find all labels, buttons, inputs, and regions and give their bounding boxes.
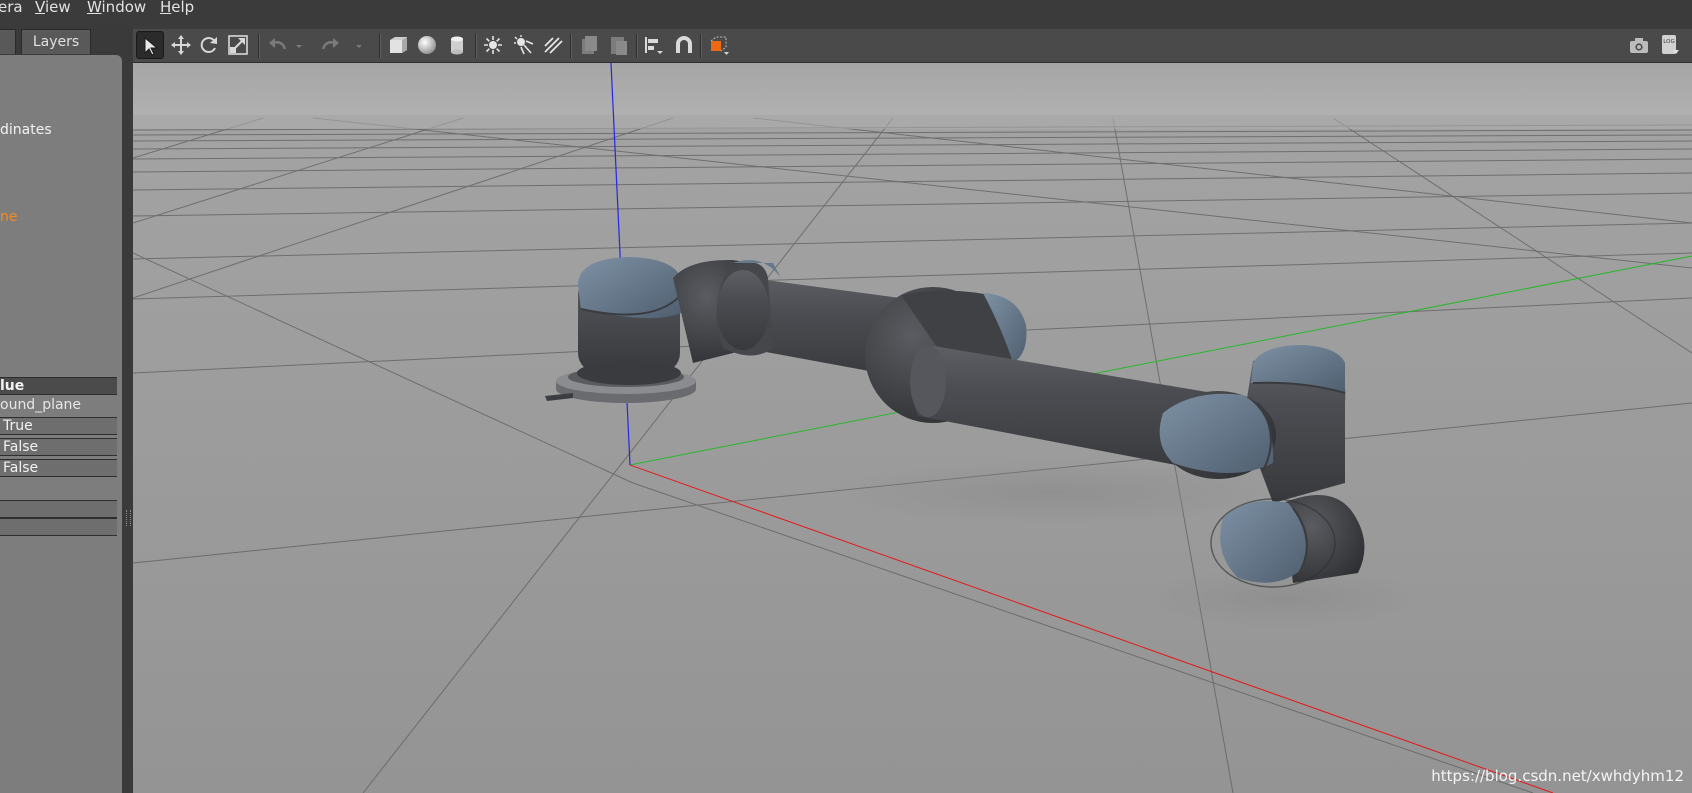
rotate-mode-button[interactable]: [195, 31, 223, 59]
menu-window-label: indow: [101, 0, 147, 16]
toolbar-separator: [379, 34, 381, 58]
tree-item-spherical-coordinates[interactable]: dinates: [0, 122, 52, 138]
undo-history-dropdown[interactable]: [291, 31, 307, 59]
scene-render: [133, 63, 1692, 793]
menu-help-mnemonic: H: [160, 0, 172, 16]
snap-button[interactable]: [670, 31, 698, 59]
world-panel-body: dinates ne lue ound_plane True False Fal…: [0, 55, 122, 793]
spot-light-button[interactable]: [509, 31, 537, 59]
menu-view[interactable]: View: [35, 0, 71, 26]
tab-layers-label: Layers: [32, 34, 80, 50]
undo-button[interactable]: [263, 31, 291, 59]
tab-layers[interactable]: Layers: [21, 29, 91, 54]
toolbar-separator: [636, 34, 638, 58]
view-angle-button[interactable]: [705, 31, 733, 59]
point-light-icon: [484, 36, 502, 54]
align-button[interactable]: [640, 31, 668, 59]
view-angle-cube-icon: [710, 36, 729, 55]
menu-camera-label: era: [0, 0, 23, 16]
toolbar-separator: [570, 34, 572, 58]
log-icon-label: LOG: [1663, 39, 1674, 45]
watermark-text: https://blog.csdn.net/xwhdyhm12: [1431, 767, 1684, 785]
spot-light-icon: [514, 35, 534, 55]
point-light-button[interactable]: [479, 31, 507, 59]
cylinder-icon: [451, 36, 463, 55]
ground-plane: [133, 115, 1692, 793]
tab-world[interactable]: [0, 29, 16, 54]
horizon-haze: [133, 115, 1692, 129]
menu-window[interactable]: Window: [87, 0, 146, 26]
gazebo-window: era View Window Help Layers dinates ne l…: [0, 0, 1692, 793]
menubar: era View Window Help: [0, 0, 1692, 26]
panel-tabs: Layers: [0, 26, 124, 56]
tree-item-ground-plane[interactable]: ne: [0, 209, 18, 225]
panel-splitter[interactable]: [122, 26, 133, 793]
toolbar: LOG: [133, 29, 1692, 63]
magnet-icon: [676, 36, 692, 53]
splitter-grip-icon[interactable]: [126, 510, 131, 526]
select-mode-button[interactable]: [136, 31, 164, 59]
chevron-down-icon: [296, 45, 302, 48]
menu-window-mnemonic: W: [87, 0, 102, 16]
translate-mode-button[interactable]: [167, 31, 195, 59]
move-arrows-icon: [171, 35, 191, 55]
undo-icon: [269, 38, 287, 50]
menu-view-mnemonic: V: [35, 0, 45, 16]
property-row-self-collide[interactable]: False: [0, 438, 117, 456]
property-static-value: True: [3, 418, 33, 434]
camera-icon: [1630, 38, 1648, 53]
sky: [133, 63, 1692, 119]
toolbar-separator: [258, 34, 260, 58]
box-icon: [390, 37, 407, 53]
copy-icon: [582, 36, 597, 54]
property-row-link[interactable]: [0, 518, 117, 536]
cylinder-shape-button[interactable]: [443, 31, 471, 59]
chevron-down-icon: [356, 45, 362, 48]
menu-help[interactable]: Help: [160, 0, 194, 26]
scene-viewport[interactable]: https://blog.csdn.net/xwhdyhm12: [133, 63, 1692, 793]
property-enable-wind-value: False: [3, 460, 39, 476]
property-row-static[interactable]: True: [0, 417, 117, 435]
property-row-pose[interactable]: [0, 500, 117, 518]
paste-icon: [611, 37, 627, 55]
paste-button[interactable]: [605, 31, 633, 59]
directional-light-button[interactable]: [539, 31, 567, 59]
copy-button[interactable]: [575, 31, 603, 59]
log-icon: LOG: [1662, 35, 1679, 54]
align-icon: [645, 37, 663, 54]
property-header-value: lue: [0, 377, 117, 395]
box-shape-button[interactable]: [384, 31, 412, 59]
property-name-value: ound_plane: [0, 397, 82, 413]
redo-history-dropdown[interactable]: [351, 31, 367, 59]
left-panel: Layers dinates ne lue ound_plane True Fa…: [0, 26, 124, 793]
property-row-name: ound_plane: [0, 397, 117, 415]
toolbar-separator: [475, 34, 477, 58]
arrow-pointer-icon: [144, 36, 159, 56]
property-self-collide-value: False: [3, 439, 39, 455]
scale-mode-button[interactable]: [224, 31, 252, 59]
sphere-icon: [418, 36, 436, 54]
rotate-icon: [200, 37, 217, 53]
scale-icon: [228, 35, 248, 55]
redo-icon: [321, 38, 339, 50]
toolbar-separator: [700, 34, 702, 58]
screenshot-button[interactable]: [1625, 31, 1653, 59]
property-row-enable-wind[interactable]: False: [0, 459, 117, 477]
sphere-shape-button[interactable]: [413, 31, 441, 59]
menu-camera[interactable]: era: [0, 0, 23, 26]
directional-light-icon: [544, 37, 563, 54]
log-button[interactable]: LOG: [1656, 31, 1684, 59]
menu-view-label: iew: [44, 0, 71, 16]
redo-button[interactable]: [317, 31, 345, 59]
menu-help-label: elp: [171, 0, 195, 16]
